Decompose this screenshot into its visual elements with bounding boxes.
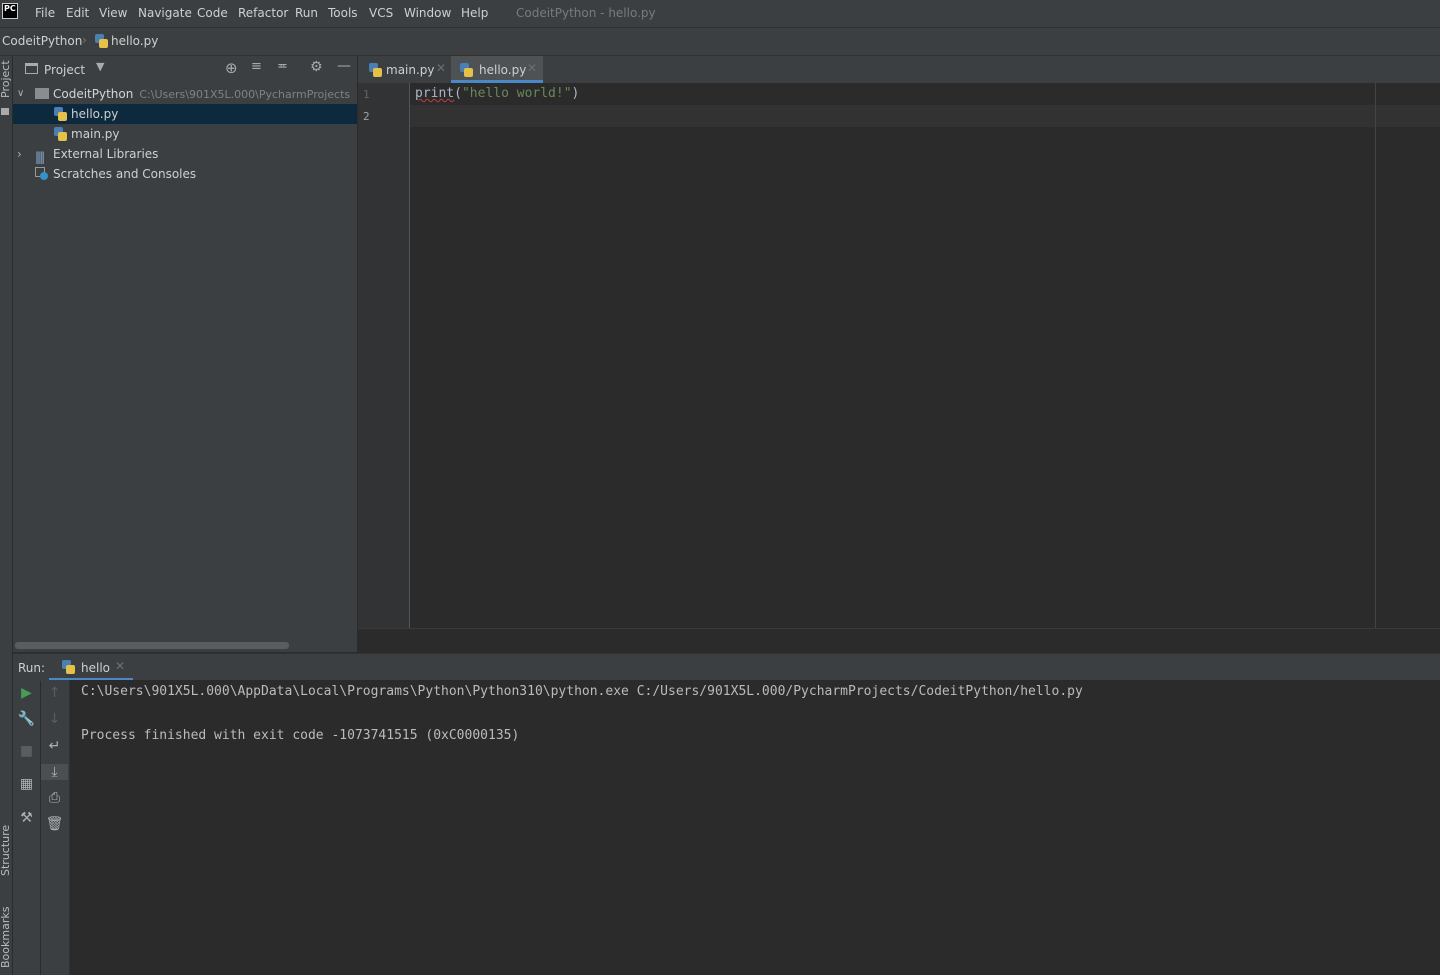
chevron-right-icon[interactable]: › [17,144,22,164]
trash-icon[interactable]: 🗑 [41,816,68,832]
stop-icon[interactable]: ■ [13,743,40,759]
project-root-name: CodeitPython [53,87,134,101]
scratches-label: Scratches and Consoles [53,167,197,181]
library-icon: |||| [35,150,45,164]
folder-icon [1,108,9,115]
tab-hello-py[interactable]: hello.py ✕ [451,56,543,83]
run-label: Run: [18,661,46,675]
tool-window-project[interactable]: Project [0,60,12,98]
tab-label: main.py [386,63,435,77]
tab-main-py[interactable]: main.py ✕ [360,56,448,83]
wrench-icon[interactable]: 🔧 [13,711,40,727]
arrow-down-icon[interactable]: ↓ [41,711,68,727]
horizontal-scrollbar[interactable] [15,642,289,649]
run-panel-header: Run: hello ✕ [13,653,1440,681]
python-file-icon [54,127,67,141]
python-file-icon [369,63,382,77]
tree-item-hello-py[interactable]: hello.py [13,104,357,124]
line-number: 1 [363,88,370,101]
editor-tab-bar: main.py ✕ hello.py ✕ [358,56,1440,84]
folder-icon [35,88,49,99]
run-tab-hello[interactable]: hello ✕ [49,654,133,681]
menu-view[interactable]: View [99,6,127,20]
window-icon [25,63,38,74]
tab-label: hello.py [479,63,527,77]
menu-tools[interactable]: Tools [328,6,358,20]
menu-bar: PC File Edit View Navigate Code Refactor… [0,0,1440,28]
code-paren-open: ( [454,86,462,101]
console-line: Process finished with exit code -1073741… [81,728,520,743]
python-file-icon [54,107,67,121]
arrow-up-icon[interactable]: ↑ [41,685,68,701]
hide-icon[interactable]: — [337,58,351,74]
file-name: hello.py [71,107,119,121]
console-line: C:\Users\901X5L.000\AppData\Local\Progra… [81,684,1083,699]
gear-icon[interactable]: ⚙ [310,59,323,75]
project-panel: Project ▼ ⊕ ≡ ≖ ⚙ — ∨ CodeitPython C:\Use… [13,56,357,652]
close-icon[interactable]: ✕ [436,61,446,75]
layout-icon[interactable]: ▦ [13,776,40,792]
close-icon[interactable]: ✕ [115,659,125,673]
menu-vcs[interactable]: VCS [369,6,393,20]
project-panel-header: Project ▼ ⊕ ≡ ≖ ⚙ — [13,56,357,82]
breadcrumb-file[interactable]: hello.py [111,34,158,48]
breadcrumb: CodeitPython › hello.py [0,28,1440,56]
python-file-icon [460,63,473,77]
collapse-all-icon[interactable]: ≖ [277,59,288,74]
pin-icon[interactable]: ⚒ [13,810,40,826]
python-run-icon [62,660,75,674]
code-editor[interactable]: print("hello world!") [410,83,1440,628]
close-icon[interactable]: ✕ [527,61,537,75]
locate-icon[interactable]: ⊕ [225,59,238,77]
menu-file[interactable]: File [35,6,55,20]
editor-bottom-strip [358,628,1440,653]
tree-item-main-py[interactable]: main.py [13,124,357,144]
expand-all-icon[interactable]: ≡ [251,59,262,74]
python-file-icon [95,34,108,48]
print-icon[interactable]: ⎙ [41,790,68,806]
menu-help[interactable]: Help [461,6,488,20]
line-number-gutter: 1 2 [358,83,410,628]
tree-item-project-root[interactable]: ∨ CodeitPython C:\Users\901X5L.000\Pychar… [13,84,357,104]
tool-window-structure[interactable]: Structure [0,825,12,876]
file-name: main.py [71,127,120,141]
window-title: CodeitPython - hello.py [516,6,656,20]
clock-icon [40,172,48,180]
scroll-to-end-icon[interactable]: ⤓ [41,764,68,780]
menu-window[interactable]: Window [404,6,451,20]
breadcrumb-project[interactable]: CodeitPython [2,34,82,48]
chevron-down-icon[interactable]: ∨ [17,84,24,104]
code-string-literal: "hello world!" [461,86,572,101]
chevron-right-icon: › [82,33,87,47]
tool-window-bookmarks[interactable]: Bookmarks [0,907,12,968]
left-tool-stripe: Project Structure Bookmarks [0,56,13,975]
tree-item-external-libraries[interactable]: › |||| External Libraries [13,144,357,164]
run-toolbar-primary: ▶ 🔧 ■ ▦ ⚒ [13,680,40,975]
line-number: 2 [363,110,370,123]
menu-run[interactable]: Run [295,6,318,20]
rerun-icon[interactable]: ▶ [13,685,40,701]
run-toolbar-secondary: ↑ ↓ ↵ ⤓ ⎙ 🗑 [41,680,70,975]
code-paren-close: ) [571,86,580,101]
dropdown-icon[interactable]: ▼ [96,60,104,73]
project-root-path: C:\Users\901X5L.000\PycharmProjects [139,88,351,101]
caret-row-highlight [410,105,1440,127]
menu-refactor[interactable]: Refactor [238,6,288,20]
run-tab-label: hello [81,661,110,675]
menu-navigate[interactable]: Navigate [138,6,192,20]
run-console[interactable]: C:\Users\901X5L.000\AppData\Local\Progra… [70,680,1440,975]
app-logo-icon: PC [2,3,18,19]
external-libraries-label: External Libraries [53,147,159,161]
menu-code[interactable]: Code [197,6,228,20]
soft-wrap-icon[interactable]: ↵ [41,738,68,754]
right-margin-guide [1375,83,1376,628]
project-panel-title[interactable]: Project [44,63,85,77]
code-function-name: print [415,86,455,101]
code-line: print("hello world!") [415,86,579,101]
tree-item-scratches[interactable]: Scratches and Consoles [13,164,357,184]
menu-edit[interactable]: Edit [66,6,89,20]
